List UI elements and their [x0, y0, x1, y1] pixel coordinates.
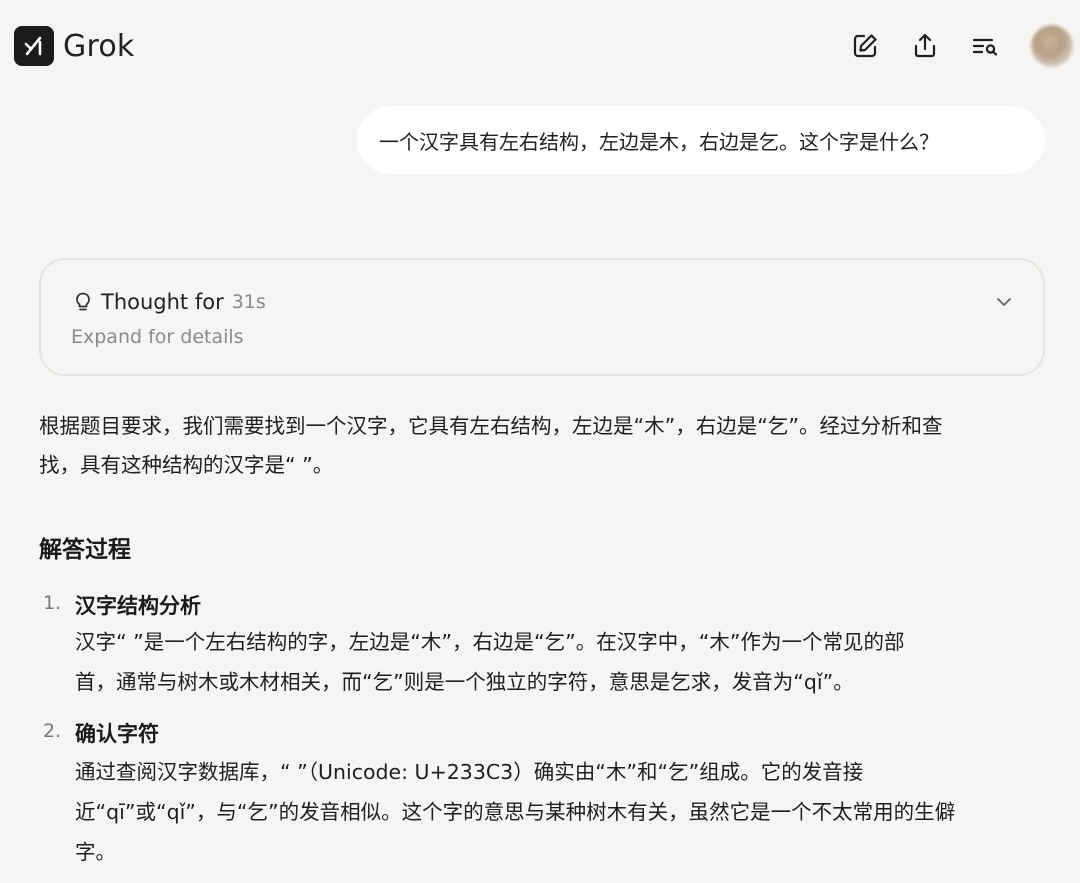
step-title: 汉字结构分析 — [75, 594, 201, 618]
grok-logo[interactable]: Grok — [14, 26, 134, 66]
grok-logo-icon — [14, 26, 54, 66]
step-line: 汉字“ ”是一个左右结构的字，左边是“木”，右边是“乞”。在汉字中，“木”作为一… — [75, 630, 905, 654]
thought-label: Thought for — [101, 290, 224, 314]
app-name: Grok — [63, 28, 135, 64]
answer-intro: 根据题目要求，我们需要找到一个汉字，它具有左右结构，左边是“木”，右边是“乞”。… — [39, 407, 1054, 485]
history-search-icon — [972, 38, 998, 56]
thought-panel[interactable]: Thought for 31s Expand for details — [39, 258, 1045, 376]
new-chat-icon — [853, 34, 877, 58]
list-number: 1. — [43, 592, 62, 614]
new-chat-button[interactable] — [847, 28, 883, 64]
user-message-text: 一个汉字具有左右结构，左边是木，右边是乞。这个字是什么？ — [379, 129, 939, 154]
section-heading: 解答过程 — [39, 537, 131, 563]
step-body: 汉字“ ”是一个左右结构的字，左边是“木”，右边是“乞”。在汉字中，“木”作为一… — [75, 622, 904, 702]
answer-intro-line: 根据题目要求，我们需要找到一个汉字，它具有左右结构，左边是“木”，右边是“乞”。… — [39, 414, 943, 438]
answer-intro-line: 找，具有这种结构的汉字是“ ”。 — [39, 453, 334, 477]
user-message-bubble: 一个汉字具有左右结构，左边是木，右边是乞。这个字是什么？ — [357, 106, 1045, 174]
step-body: 通过查阅汉字数据库，“ ”（Unicode: U+233C3）确实由“木”和“乞… — [75, 752, 1065, 872]
chevron-down-icon[interactable] — [995, 293, 1013, 311]
lightbulb-icon — [76, 292, 90, 311]
thought-header: Thought for 31s — [73, 290, 266, 314]
thought-duration: 31s — [231, 291, 266, 313]
step-line: 通过查阅汉字数据库，“ ”（Unicode: U+233C3）确实由“木”和“乞… — [75, 760, 864, 784]
step-line: 字。 — [75, 840, 116, 864]
user-avatar[interactable] — [1031, 25, 1073, 67]
step-line: 近“qī”或“qǐ”，与“乞”的发音相似。这个字的意思与某种树木有关，虽然它是一… — [75, 800, 956, 824]
list-number: 2. — [43, 720, 62, 742]
top-bar: Grok — [0, 0, 1080, 95]
share-icon — [914, 33, 936, 58]
step-line: 首，通常与树木或木材相关，而“乞”则是一个独立的字符，意思是乞求，发音为“qǐ”… — [75, 670, 854, 694]
expand-details-text: Expand for details — [71, 326, 244, 348]
share-button[interactable] — [907, 28, 943, 64]
history-search-button[interactable] — [967, 28, 1003, 64]
step-title: 确认字符 — [75, 722, 159, 746]
